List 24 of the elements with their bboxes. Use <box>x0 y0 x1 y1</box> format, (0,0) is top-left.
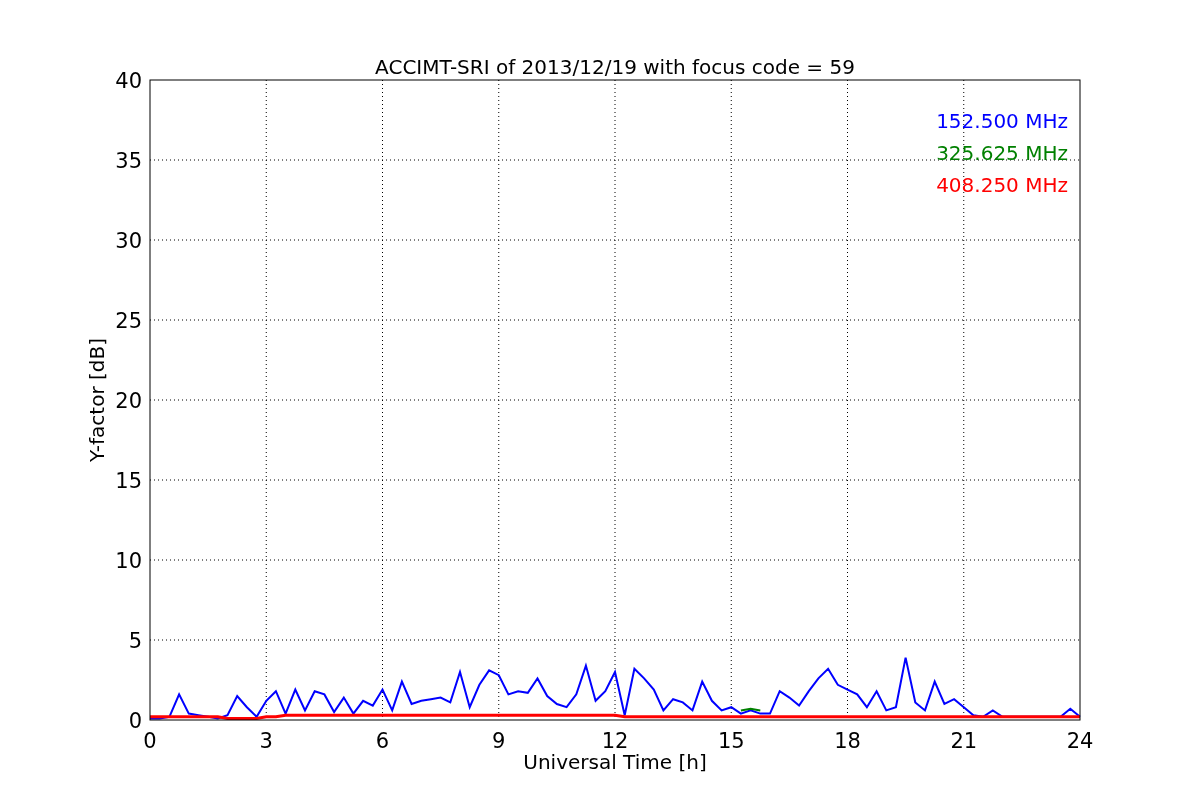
x-tick-label: 3 <box>259 729 273 753</box>
legend-label: 325.625 MHz <box>936 141 1068 165</box>
legend-label: 152.500 MHz <box>936 109 1068 133</box>
legend-label: 408.250 MHz <box>936 173 1068 197</box>
x-tick-label: 12 <box>601 729 629 753</box>
y-tick-label: 15 <box>115 469 142 493</box>
y-tick-label: 0 <box>128 709 142 733</box>
x-axis-title: Universal Time [h] <box>523 750 707 774</box>
y-tick-label: 10 <box>115 549 142 573</box>
x-tick-label: 24 <box>1066 729 1094 753</box>
x-tick-label: 6 <box>375 729 390 753</box>
x-tick-label: 9 <box>492 729 506 753</box>
y-tick-label: 20 <box>115 389 142 413</box>
x-tick-label: 21 <box>950 729 978 753</box>
y-tick-label: 5 <box>128 629 142 653</box>
y-tick-label: 40 <box>115 69 142 93</box>
x-tick-label: 18 <box>834 729 861 753</box>
y-tick-label: 30 <box>115 229 142 253</box>
x-tick-label: 15 <box>717 729 745 753</box>
y-tick-label: 35 <box>115 149 142 173</box>
y-tick-label: 25 <box>115 309 142 333</box>
chart-title: ACCIMT-SRI of 2013/12/19 with focus code = 59 <box>375 55 855 79</box>
x-tick-label: 0 <box>143 729 157 753</box>
y-axis-title: Y-factor [dB] <box>85 338 109 462</box>
